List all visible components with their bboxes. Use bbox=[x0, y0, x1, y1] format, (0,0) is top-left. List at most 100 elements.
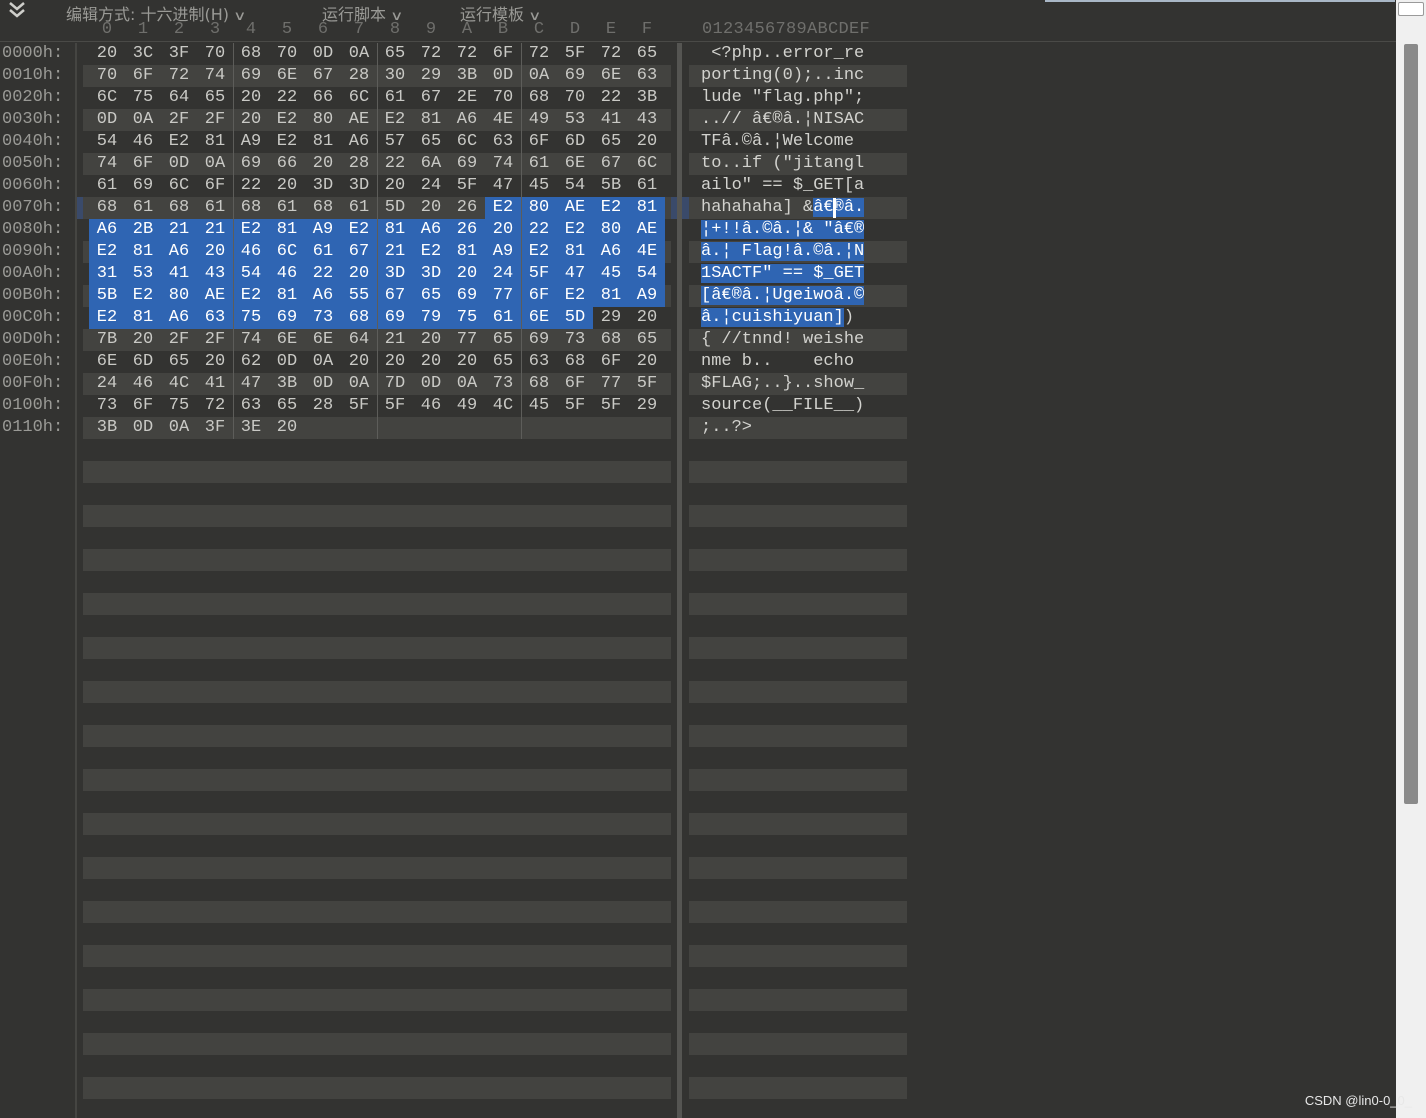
hex-byte[interactable]: 3C bbox=[125, 43, 161, 65]
hex-byte[interactable]: 81 bbox=[557, 241, 593, 263]
hex-byte[interactable]: 20 bbox=[233, 109, 269, 131]
hex-byte[interactable]: 73 bbox=[485, 373, 521, 395]
hex-byte[interactable]: E2 bbox=[557, 285, 593, 307]
hex-byte[interactable]: 30 bbox=[377, 65, 413, 87]
hex-byte[interactable]: 7B bbox=[89, 329, 125, 351]
ascii-text[interactable]: <?php..error_re bbox=[701, 43, 864, 65]
hex-byte[interactable]: 67 bbox=[305, 65, 341, 87]
hex-byte[interactable]: 68 bbox=[89, 197, 125, 219]
hex-byte[interactable]: 2E bbox=[449, 87, 485, 109]
hex-byte[interactable]: 6F bbox=[125, 65, 161, 87]
vertical-scrollbar[interactable] bbox=[1396, 0, 1426, 1118]
hex-byte[interactable]: 5F bbox=[593, 395, 629, 417]
hex-byte[interactable]: 65 bbox=[629, 329, 665, 351]
hex-byte[interactable]: 21 bbox=[377, 241, 413, 263]
hex-byte[interactable]: 2F bbox=[161, 329, 197, 351]
ascii-text[interactable]: [â€®â.¦Ugeiwoâ.© bbox=[701, 285, 865, 307]
hex-byte[interactable]: 46 bbox=[233, 241, 269, 263]
hex-byte[interactable]: 49 bbox=[521, 109, 557, 131]
hex-byte[interactable]: 0A bbox=[125, 109, 161, 131]
hex-byte[interactable]: 26 bbox=[449, 219, 485, 241]
hex-byte[interactable]: 2F bbox=[161, 109, 197, 131]
hex-byte[interactable]: 65 bbox=[269, 395, 305, 417]
hex-byte[interactable]: 63 bbox=[233, 395, 269, 417]
hex-byte[interactable]: 29 bbox=[593, 307, 629, 329]
hex-byte[interactable]: 68 bbox=[233, 197, 269, 219]
hex-byte[interactable]: 20 bbox=[341, 351, 377, 373]
ascii-text[interactable]: ailo" == $_GET[a bbox=[701, 175, 864, 197]
hex-byte[interactable]: 5F bbox=[629, 373, 665, 395]
ascii-text[interactable]: lude "flag.php"; bbox=[701, 87, 864, 109]
hex-byte[interactable]: 6C bbox=[89, 87, 125, 109]
hex-byte[interactable]: 0D bbox=[413, 373, 449, 395]
hex-byte[interactable]: 0A bbox=[521, 65, 557, 87]
hex-byte[interactable]: 21 bbox=[197, 219, 233, 241]
hex-byte[interactable]: 26 bbox=[449, 197, 485, 219]
hex-byte[interactable]: 20 bbox=[197, 351, 233, 373]
hex-byte[interactable]: 41 bbox=[593, 109, 629, 131]
hex-byte[interactable]: 6D bbox=[557, 131, 593, 153]
ascii-text[interactable]: to..if ("jitangl bbox=[701, 153, 864, 175]
hex-byte[interactable]: 65 bbox=[485, 329, 521, 351]
hex-byte[interactable]: 61 bbox=[89, 175, 125, 197]
hex-byte[interactable]: 63 bbox=[197, 307, 233, 329]
hex-byte[interactable]: 20 bbox=[125, 329, 161, 351]
hex-byte[interactable]: 0A bbox=[341, 373, 377, 395]
hex-byte[interactable]: 29 bbox=[413, 65, 449, 87]
hex-byte[interactable]: 6E bbox=[269, 329, 305, 351]
hex-byte[interactable]: 64 bbox=[341, 329, 377, 351]
hex-byte[interactable]: 20 bbox=[629, 307, 665, 329]
hex-byte[interactable]: 22 bbox=[377, 153, 413, 175]
hex-byte[interactable]: 47 bbox=[485, 175, 521, 197]
hex-byte[interactable]: AE bbox=[557, 197, 593, 219]
hex-byte[interactable]: 77 bbox=[593, 373, 629, 395]
hex-byte[interactable]: 0A bbox=[197, 153, 233, 175]
hex-byte[interactable]: 81 bbox=[305, 131, 341, 153]
hex-byte[interactable]: 3D bbox=[305, 175, 341, 197]
hex-byte[interactable]: 64 bbox=[161, 87, 197, 109]
hex-byte[interactable]: 6E bbox=[557, 153, 593, 175]
hex-byte[interactable]: 53 bbox=[557, 109, 593, 131]
hex-byte[interactable]: 24 bbox=[413, 175, 449, 197]
hex-byte[interactable]: 3E bbox=[233, 417, 269, 439]
hex-byte[interactable]: 46 bbox=[413, 395, 449, 417]
hex-byte[interactable]: 2B bbox=[125, 219, 161, 241]
hex-byte[interactable]: 6F bbox=[521, 285, 557, 307]
hex-byte[interactable]: 20 bbox=[269, 175, 305, 197]
ascii-text[interactable]: 1SACTF" == $_GET bbox=[701, 263, 865, 285]
hex-byte[interactable]: 20 bbox=[413, 351, 449, 373]
hex-byte[interactable]: 21 bbox=[161, 219, 197, 241]
hex-byte[interactable]: 69 bbox=[521, 329, 557, 351]
hex-byte[interactable]: 73 bbox=[557, 329, 593, 351]
ascii-text[interactable]: porting(0);..inc bbox=[701, 65, 864, 87]
hex-byte[interactable]: 68 bbox=[521, 87, 557, 109]
hex-byte[interactable]: 61 bbox=[521, 153, 557, 175]
hex-byte[interactable]: 73 bbox=[89, 395, 125, 417]
hex-byte[interactable]: 28 bbox=[341, 65, 377, 87]
hex-byte[interactable]: 75 bbox=[449, 307, 485, 329]
hex-byte[interactable]: E2 bbox=[161, 131, 197, 153]
hex-byte[interactable]: 2F bbox=[197, 109, 233, 131]
hex-byte[interactable]: 46 bbox=[125, 373, 161, 395]
hex-byte[interactable]: 65 bbox=[629, 43, 665, 65]
hex-byte[interactable]: 6E bbox=[269, 65, 305, 87]
hex-byte[interactable]: 20 bbox=[89, 43, 125, 65]
hex-byte[interactable]: 4E bbox=[629, 241, 665, 263]
hex-byte[interactable]: 45 bbox=[593, 263, 629, 285]
hex-byte[interactable]: 72 bbox=[521, 43, 557, 65]
hex-byte[interactable]: 47 bbox=[557, 263, 593, 285]
hex-byte[interactable]: 20 bbox=[485, 219, 521, 241]
hex-byte[interactable]: 20 bbox=[341, 263, 377, 285]
hex-byte[interactable]: 65 bbox=[485, 351, 521, 373]
hex-byte[interactable]: 69 bbox=[269, 307, 305, 329]
hex-byte[interactable]: A9 bbox=[233, 131, 269, 153]
hex-byte[interactable]: 20 bbox=[377, 351, 413, 373]
hex-byte[interactable]: 3B bbox=[89, 417, 125, 439]
hex-byte[interactable]: 65 bbox=[593, 131, 629, 153]
ascii-text[interactable]: hahahaha] &â€®â. bbox=[701, 197, 865, 219]
hex-byte[interactable]: 65 bbox=[377, 43, 413, 65]
collapse-toolbar-icon[interactable] bbox=[8, 2, 26, 18]
hex-byte[interactable]: A6 bbox=[341, 131, 377, 153]
hex-byte[interactable]: 74 bbox=[197, 65, 233, 87]
hex-byte[interactable]: 68 bbox=[593, 329, 629, 351]
